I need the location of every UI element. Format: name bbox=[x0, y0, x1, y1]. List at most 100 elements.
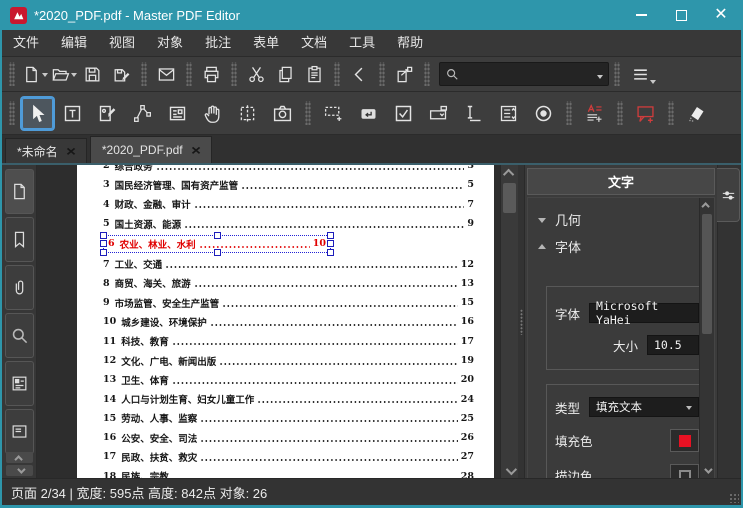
menu-help[interactable]: 帮助 bbox=[386, 30, 434, 56]
toc-entry[interactable]: 5 国土资源、能源 9 bbox=[103, 214, 474, 233]
dropdown-caret-icon[interactable] bbox=[41, 73, 48, 80]
section-geometry[interactable]: 几何 bbox=[538, 206, 696, 233]
menu-annotate[interactable]: 批注 bbox=[194, 30, 242, 56]
toolbar-grip[interactable] bbox=[614, 62, 620, 86]
menu-view[interactable]: 视图 bbox=[98, 30, 146, 56]
menu-tools[interactable]: 工具 bbox=[338, 30, 386, 56]
toc-entry[interactable]: 14 人口与计划生育、妇女儿童工作 24 bbox=[103, 389, 474, 408]
toc-entry[interactable]: 2 综合政务 3 bbox=[103, 165, 474, 175]
add-text-annotation-tool[interactable] bbox=[579, 98, 610, 129]
signature-field-tool[interactable] bbox=[458, 98, 489, 129]
menu-edit[interactable]: 编辑 bbox=[50, 30, 98, 56]
panel-splitter[interactable] bbox=[518, 165, 524, 478]
hand-tool[interactable] bbox=[197, 98, 228, 129]
selection-handle[interactable] bbox=[100, 231, 107, 239]
edit-forms-tool[interactable] bbox=[162, 98, 193, 129]
toolbar-grip[interactable] bbox=[424, 62, 430, 86]
document-scrollbar[interactable] bbox=[500, 165, 518, 478]
selection-handle[interactable] bbox=[100, 239, 107, 247]
search-dropdown-caret-icon[interactable] bbox=[597, 74, 603, 82]
minimize-button[interactable] bbox=[621, 0, 661, 30]
selection-handle[interactable] bbox=[100, 248, 107, 256]
sidebar-pages[interactable] bbox=[4, 169, 34, 214]
edit-path-tool[interactable] bbox=[127, 98, 158, 129]
select-area-tool[interactable] bbox=[232, 98, 263, 129]
panel-scroll-down-button[interactable] bbox=[700, 464, 714, 478]
add-callout-tool[interactable] bbox=[630, 98, 661, 129]
toc-entry[interactable]: 9 市场监管、安全生产监管 15 bbox=[103, 293, 474, 312]
stroke-color-swatch[interactable] bbox=[670, 464, 699, 478]
checkbox-tool[interactable] bbox=[388, 98, 419, 129]
print-button[interactable] bbox=[198, 61, 225, 88]
toolbar-grip[interactable] bbox=[231, 62, 237, 86]
selection-handle[interactable] bbox=[214, 231, 221, 239]
toc-entry[interactable]: 12 文化、广电、新闻出版 19 bbox=[103, 351, 474, 370]
toolbar-grip[interactable] bbox=[305, 101, 311, 125]
toolbar-grip[interactable] bbox=[617, 101, 623, 125]
scroll-down-button[interactable] bbox=[501, 463, 518, 478]
select-tool[interactable] bbox=[22, 97, 53, 129]
scrollbar-thumb[interactable] bbox=[503, 183, 516, 213]
sidebar-layers[interactable] bbox=[4, 409, 34, 454]
search-box[interactable] bbox=[439, 62, 609, 86]
toc-entry[interactable]: 15 劳动、人事、监察 25 bbox=[103, 409, 474, 428]
search-input[interactable] bbox=[459, 66, 596, 82]
text-field-tool[interactable] bbox=[318, 98, 349, 129]
menu-file[interactable]: 文件 bbox=[2, 30, 50, 56]
cut-button[interactable] bbox=[243, 61, 270, 88]
panel-scroll-up-button[interactable] bbox=[700, 198, 714, 212]
toolbar-grip[interactable] bbox=[141, 62, 147, 86]
font-name-field[interactable]: Microsoft YaHei bbox=[589, 299, 699, 327]
menu-object[interactable]: 对象 bbox=[146, 30, 194, 56]
paste-button[interactable] bbox=[301, 61, 328, 88]
pdf-page[interactable]: 2 综合政务 3 3 国民经济管理、国有资产监管 5 4 财政、金融、审计 7 … bbox=[77, 165, 494, 478]
toc-entry[interactable]: 18 民族、宗教 28 bbox=[103, 467, 474, 478]
copy-button[interactable] bbox=[272, 61, 299, 88]
highlighter-tool[interactable] bbox=[681, 98, 712, 129]
edit-object-tool[interactable] bbox=[92, 98, 123, 129]
font-size-field[interactable]: 10.5 bbox=[647, 335, 699, 355]
selection-handle[interactable] bbox=[327, 248, 334, 256]
toc-entry[interactable]: 8 商贸、海关、旅游 13 bbox=[103, 274, 474, 293]
tab-close-icon[interactable]: × bbox=[191, 142, 201, 158]
toc-entry[interactable]: 7 工业、交通 12 bbox=[103, 254, 474, 273]
fill-color-swatch[interactable] bbox=[670, 429, 699, 452]
toc-entry[interactable]: 11 科技、教育 17 bbox=[103, 332, 474, 351]
snapshot-tool[interactable] bbox=[267, 98, 298, 129]
sidebar-search[interactable] bbox=[4, 313, 34, 358]
menu-forms[interactable]: 表单 bbox=[242, 30, 290, 56]
menu-document[interactable]: 文档 bbox=[290, 30, 338, 56]
listbox-tool[interactable] bbox=[493, 98, 524, 129]
toolbar-grip[interactable] bbox=[566, 101, 572, 125]
toc-entry[interactable]: 13 卫生、体育 20 bbox=[103, 370, 474, 389]
toolbar-grip[interactable] bbox=[186, 62, 192, 86]
toolbar-grip[interactable] bbox=[9, 101, 15, 125]
dropdown-caret-icon[interactable] bbox=[70, 73, 77, 80]
selection-handle[interactable] bbox=[327, 239, 334, 247]
tab-untitled[interactable]: *未命名 × bbox=[5, 138, 87, 163]
new-document-button[interactable] bbox=[21, 61, 48, 88]
panel-scrollbar-thumb[interactable] bbox=[702, 214, 712, 334]
scroll-up-button[interactable] bbox=[501, 165, 518, 180]
sidebar-attachments[interactable] bbox=[4, 265, 34, 310]
properties-tab[interactable] bbox=[717, 168, 740, 222]
organize-pages-button[interactable] bbox=[391, 61, 418, 88]
toolbar-grip[interactable] bbox=[379, 62, 385, 86]
section-font[interactable]: 字体 bbox=[538, 233, 696, 260]
sidebar-bookmarks[interactable] bbox=[4, 217, 34, 262]
tab-2020-pdf[interactable]: *2020_PDF.pdf × bbox=[89, 136, 212, 163]
toc-entry[interactable]: 3 国民经济管理、国有资产监管 5 bbox=[103, 175, 474, 194]
toc-entry[interactable]: 10 城乡建设、环境保护 16 bbox=[103, 312, 474, 331]
save-as-button[interactable] bbox=[108, 61, 135, 88]
toc-entry[interactable]: 6 农业、林业、水利 10 bbox=[100, 231, 334, 256]
close-button[interactable]: ✕ bbox=[701, 0, 741, 30]
email-button[interactable] bbox=[153, 61, 180, 88]
toc-entry[interactable]: 4 财政、金融、审计 7 bbox=[103, 195, 474, 214]
toolbar-grip[interactable] bbox=[9, 62, 15, 86]
panel-scrollbar[interactable] bbox=[699, 198, 714, 478]
toc-entry[interactable]: 16 公安、安全、司法 26 bbox=[103, 428, 474, 447]
sidebar-scroll-down-button[interactable] bbox=[6, 464, 33, 476]
open-file-button[interactable] bbox=[50, 61, 77, 88]
radio-button-tool[interactable] bbox=[528, 98, 559, 129]
combobox-tool[interactable] bbox=[423, 98, 454, 129]
